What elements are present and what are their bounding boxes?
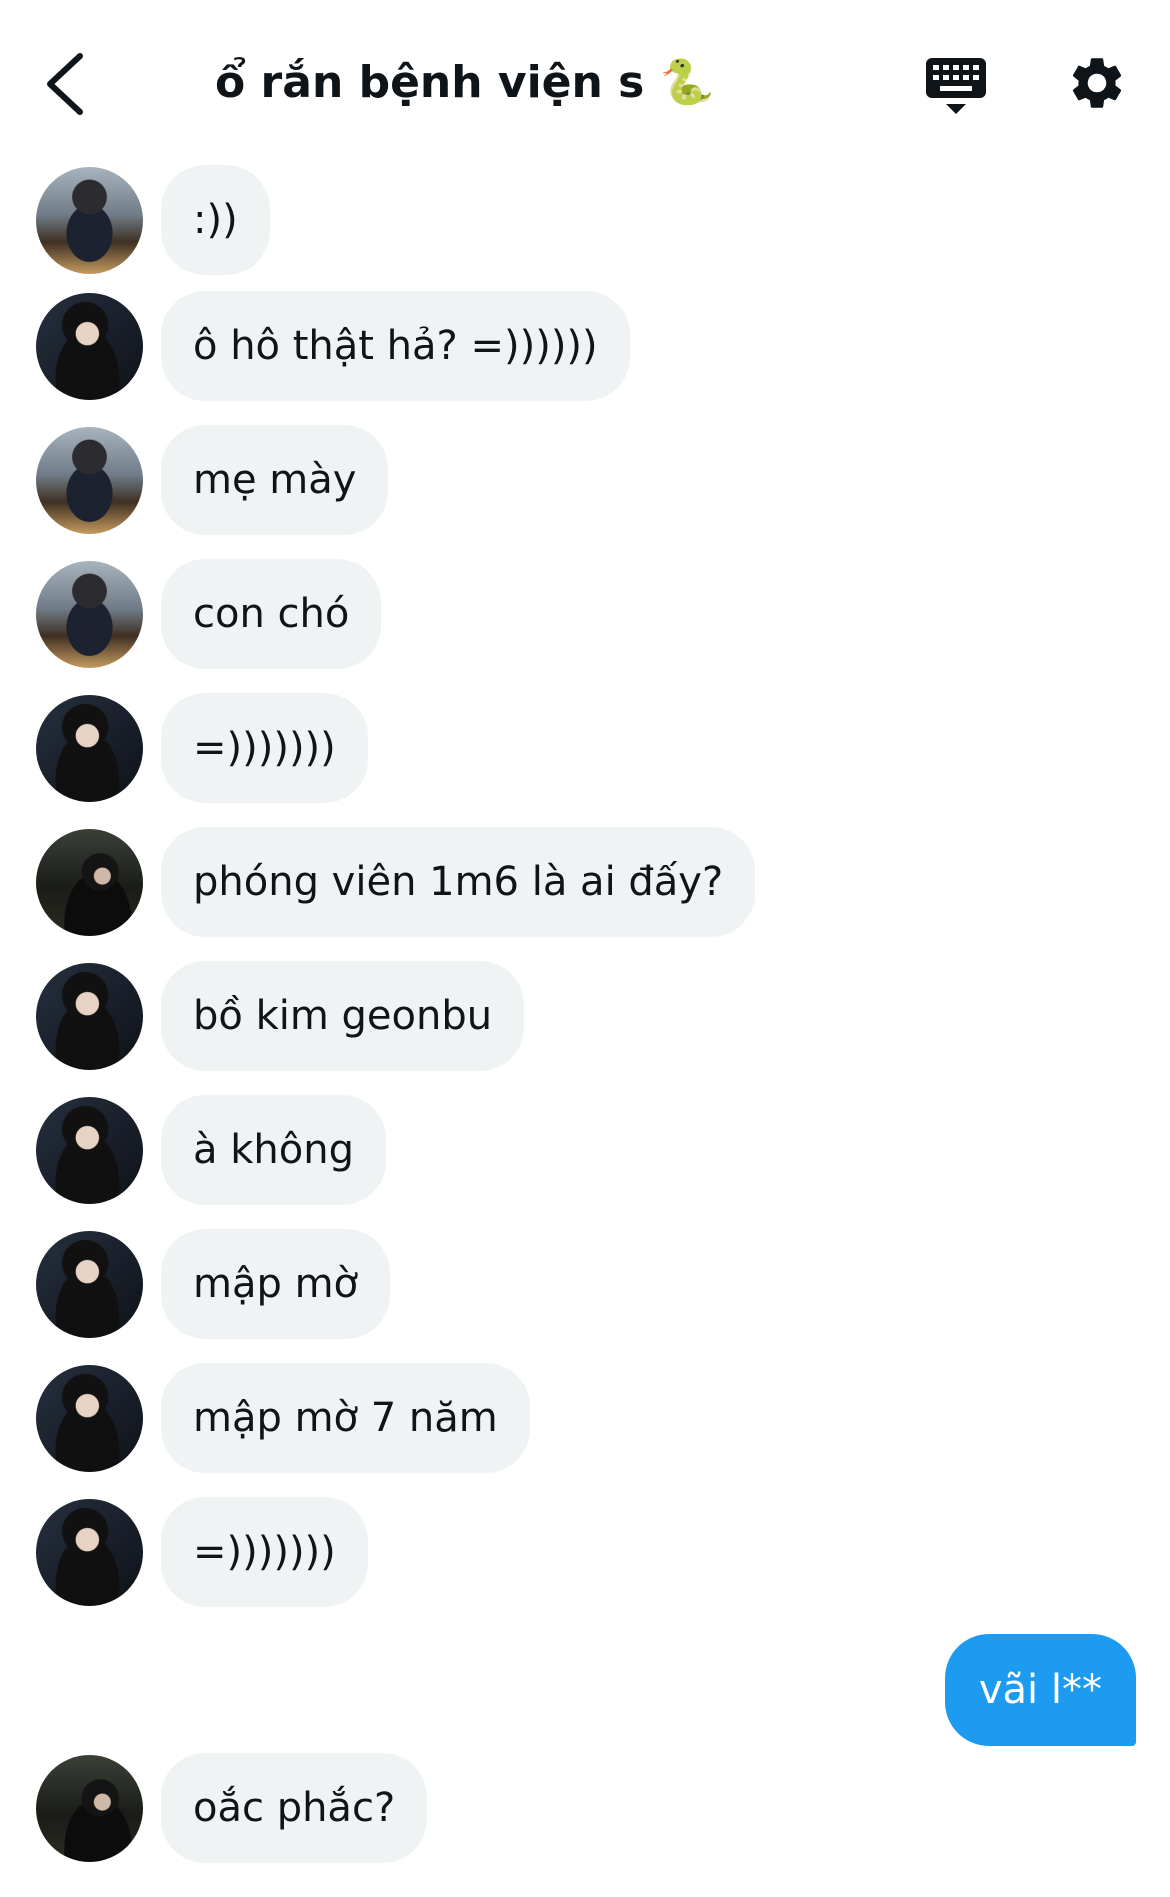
message-row: con chó xyxy=(36,559,382,669)
gear-icon xyxy=(1072,58,1122,108)
message-row: à không xyxy=(36,1095,386,1205)
message-row-mine: vãi l** xyxy=(944,1634,1136,1746)
message-row: =))))))) xyxy=(36,1497,368,1607)
avatar[interactable] xyxy=(36,292,143,400)
message-bubble[interactable]: ô hô thật hả? =)))))) xyxy=(161,291,630,401)
message-bubble[interactable]: mập mờ xyxy=(161,1229,391,1339)
avatar[interactable] xyxy=(36,560,143,668)
message-row: phóng viên 1m6 là ai đấy? xyxy=(36,827,756,937)
back-button[interactable] xyxy=(36,48,92,120)
message-row: mập mờ 7 năm xyxy=(36,1363,530,1473)
avatar[interactable] xyxy=(36,426,143,534)
chevron-left-icon xyxy=(47,53,83,115)
avatar[interactable] xyxy=(36,1754,143,1862)
message-bubble[interactable]: =))))))) xyxy=(161,1497,368,1607)
avatar[interactable] xyxy=(36,1498,143,1606)
message-bubble[interactable]: à không xyxy=(161,1095,386,1205)
conversation-header: ổ rắn bệnh viện s 🐍 xyxy=(0,0,1170,160)
avatar[interactable] xyxy=(36,828,143,936)
message-row: oắc phắc? xyxy=(36,1753,428,1863)
keyboard-icon xyxy=(926,58,986,114)
message-row: bồ kim geonbu xyxy=(36,961,525,1071)
avatar[interactable] xyxy=(36,962,143,1070)
message-bubble[interactable]: oắc phắc? xyxy=(161,1753,428,1863)
avatar[interactable] xyxy=(36,166,143,274)
avatar[interactable] xyxy=(36,1230,143,1338)
conversation-title: ổ rắn bệnh viện s 🐍 xyxy=(215,57,715,108)
message-bubble[interactable]: =))))))) xyxy=(161,693,368,803)
message-bubble[interactable]: mập mờ 7 năm xyxy=(161,1363,530,1473)
message-bubble[interactable]: phóng viên 1m6 là ai đấy? xyxy=(161,827,756,937)
message-bubble[interactable]: :)) xyxy=(161,165,270,275)
message-bubble-mine[interactable]: vãi l** xyxy=(944,1634,1136,1746)
message-row: mập mờ xyxy=(36,1229,391,1339)
avatar[interactable] xyxy=(36,1364,143,1472)
settings-button[interactable] xyxy=(1066,52,1128,114)
message-bubble[interactable]: mẹ mày xyxy=(161,425,389,535)
message-row: :)) xyxy=(36,165,270,275)
message-bubble[interactable]: con chó xyxy=(161,559,382,669)
avatar[interactable] xyxy=(36,1096,143,1204)
keyboard-button[interactable] xyxy=(924,54,988,118)
message-row: ô hô thật hả? =)))))) xyxy=(36,291,630,401)
message-bubble[interactable]: bồ kim geonbu xyxy=(161,961,525,1071)
message-row: mẹ mày xyxy=(36,425,389,535)
message-list[interactable]: :)) ô hô thật hả? =)))))) mẹ mày con chó… xyxy=(0,160,1170,1897)
message-row: =))))))) xyxy=(36,693,368,803)
avatar[interactable] xyxy=(36,694,143,802)
